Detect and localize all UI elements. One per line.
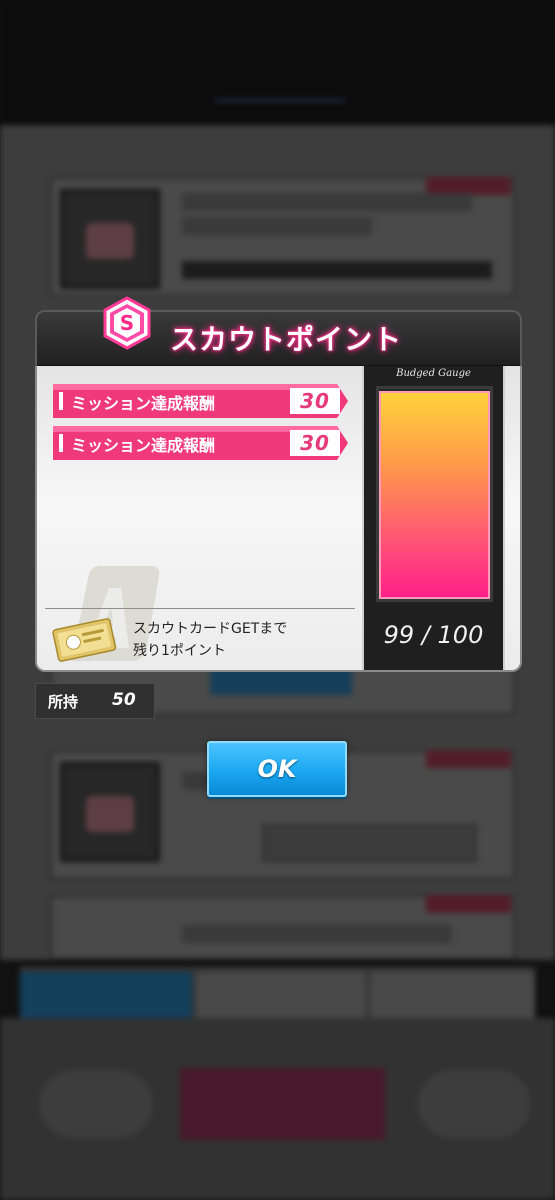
s-rank-badge-icon: S: [103, 296, 151, 350]
scout-card-icon: [52, 618, 117, 662]
scout-card-line2: 残り1ポイント: [133, 643, 226, 659]
divider: [45, 608, 355, 609]
gauge-track: [376, 386, 493, 602]
owned-label: 所持: [48, 693, 79, 711]
reward-label: ミッション達成報酬: [71, 394, 216, 413]
scout-card-message: スカウトカードGETまで 残り1ポイント: [133, 618, 287, 662]
reward-mark: [59, 392, 63, 410]
gauge-readout: 99 / 100: [383, 621, 484, 649]
reward-label: ミッション達成報酬: [71, 436, 216, 455]
reward-row: ミッション達成報酬 30: [53, 426, 348, 460]
scout-card-line1: スカウトカードGETまで: [133, 621, 288, 637]
dialog-title: スカウトポイント: [170, 323, 403, 356]
reward-mark: [59, 434, 63, 452]
s-badge-letter: S: [120, 311, 134, 335]
gauge-fill: [379, 391, 490, 599]
ok-button[interactable]: OK: [207, 741, 347, 797]
reward-row: ミッション達成報酬 30: [53, 384, 348, 418]
reward-value: 30: [300, 389, 330, 413]
reward-value-box: 30: [290, 430, 340, 456]
dialog-body: ミッション達成報酬 30 ミッション達成報酬 30 スカウトカードGETまで 残…: [35, 366, 522, 672]
gauge-caption: Budged Gauge: [396, 368, 471, 379]
ok-button-label: OK: [257, 755, 297, 783]
owned-value: 50: [112, 690, 136, 710]
owned-points: 所持 50: [35, 683, 155, 719]
reward-value-box: 30: [290, 388, 340, 414]
reward-value: 30: [300, 431, 330, 455]
gauge-panel: Budged Gauge 99 / 100: [362, 366, 505, 670]
scout-point-dialog: S スカウトポイント ミッション達成報酬 30 ミッション達成報酬 30 スカウ…: [35, 296, 522, 672]
